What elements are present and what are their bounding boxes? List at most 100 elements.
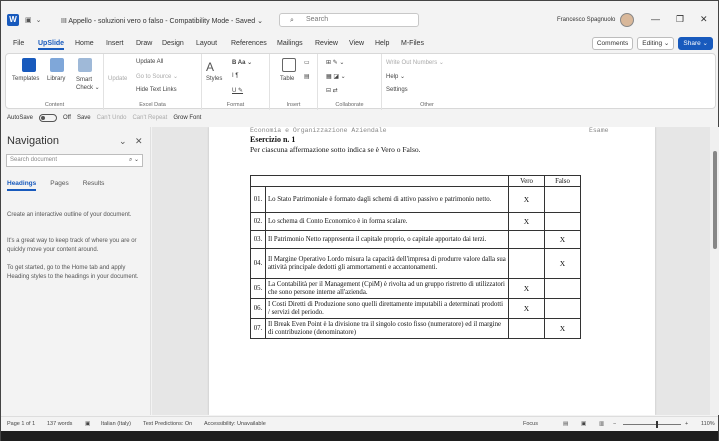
table-row: 01. Lo Stato Patrimoniale è formato dagl…: [250, 186, 581, 213]
row-vero-mark: [508, 318, 545, 339]
focus-button[interactable]: Focus: [523, 421, 538, 427]
accessibility-status[interactable]: Accessibility: Unavailable: [204, 421, 266, 427]
row-falso-mark: [544, 298, 581, 319]
collab-icon-1[interactable]: ⊞ ✎ ⌄: [326, 59, 344, 66]
tab-file[interactable]: File: [13, 40, 24, 47]
tab-design[interactable]: Design: [162, 40, 184, 47]
close-button[interactable]: ✕: [700, 14, 708, 25]
document-page[interactable]: Economia e Organizzazione Aziendale Esam…: [209, 127, 655, 415]
nav-search-placeholder: Search document: [10, 157, 58, 163]
nav-help-text-2: It's a great way to keep track of where …: [7, 238, 137, 253]
tab-m-files[interactable]: M-Files: [401, 40, 424, 47]
settings-button[interactable]: Settings: [386, 87, 408, 93]
minimize-button[interactable]: —: [651, 14, 660, 24]
word-count[interactable]: 137 words: [47, 421, 72, 427]
zoom-out-button[interactable]: −: [613, 421, 616, 427]
tab-references[interactable]: References: [231, 40, 267, 47]
row-falso-mark: [544, 186, 581, 213]
tab-review[interactable]: Review: [315, 40, 338, 47]
avatar[interactable]: [620, 13, 634, 27]
nav-close-icon[interactable]: ✕: [135, 136, 143, 147]
tab-draw[interactable]: Draw: [136, 40, 152, 47]
word-window: W ▣ ⌄ III Appello - soluzioni vero o fal…: [0, 0, 719, 441]
table-row: 05. La Contabilità per il Management (Cp…: [250, 278, 581, 299]
editing-button[interactable]: Editing ⌄: [637, 37, 675, 50]
format-group-label: Format: [226, 102, 245, 108]
document-title[interactable]: III Appello - soluzioni vero o falso - C…: [61, 17, 263, 25]
bold-button[interactable]: B Aa ⌄: [232, 59, 252, 66]
templates-icon: [22, 58, 36, 72]
nav-options-icon[interactable]: ⌄: [119, 136, 127, 147]
tab-upslide[interactable]: UpSlide: [38, 40, 65, 50]
hide-text-links-button[interactable]: Hide Text Links: [136, 87, 177, 93]
save-button[interactable]: Save: [77, 115, 91, 121]
search-input[interactable]: ⌕ Search: [279, 13, 419, 27]
write-out-numbers-button[interactable]: Write Out Numbers ⌄: [386, 59, 444, 66]
tab-home[interactable]: Home: [75, 40, 94, 47]
zoom-in-button[interactable]: +: [685, 421, 688, 427]
collaborate-group-label: Collaborate: [335, 102, 364, 108]
autosave-label: AutoSave: [7, 115, 34, 121]
smart-check-button[interactable]: Smart Check ⌄: [76, 76, 102, 92]
text-predictions-status[interactable]: Text Predictions: On: [143, 421, 192, 427]
table-row: 07. Il Break Even Point è la divisione t…: [250, 318, 581, 339]
read-mode-icon[interactable]: ▤: [563, 421, 568, 427]
undo-button[interactable]: Can't Undo: [97, 115, 127, 121]
help-button[interactable]: Help ⌄: [386, 73, 405, 80]
tab-layout[interactable]: Layout: [196, 40, 217, 47]
other-group-label: Other: [420, 102, 434, 108]
library-button[interactable]: Library: [47, 76, 65, 82]
tab-insert[interactable]: Insert: [106, 40, 124, 47]
document-header-right: Esame: [589, 127, 609, 134]
nav-tab-headings[interactable]: Headings: [7, 180, 37, 191]
table-row: 06. I Costi Diretti di Produzione sono q…: [250, 298, 581, 319]
tab-help[interactable]: Help: [375, 40, 389, 47]
shape-icon[interactable]: ▭: [304, 59, 310, 66]
page-count[interactable]: Page 1 of 1: [7, 421, 35, 427]
grow-font-button[interactable]: Grow Font: [173, 115, 201, 121]
zoom-slider[interactable]: [623, 424, 681, 425]
nav-search-icon[interactable]: ⌕ ⌄: [129, 155, 139, 166]
nav-search-input[interactable]: Search document ⌕ ⌄: [6, 154, 143, 167]
underline-button[interactable]: U ✎: [232, 87, 243, 94]
tab-mailings[interactable]: Mailings: [277, 40, 303, 47]
tab-view[interactable]: View: [349, 40, 364, 47]
repeat-button[interactable]: Can't Repeat: [132, 115, 167, 121]
nav-tab-results[interactable]: Results: [83, 180, 105, 191]
restore-button[interactable]: ❐: [676, 14, 684, 25]
zoom-level[interactable]: 110%: [701, 421, 715, 427]
table-button[interactable]: Table: [280, 76, 294, 82]
collab-icon-2[interactable]: ▦ ◪ ⌄: [326, 73, 346, 80]
update-button[interactable]: Update: [108, 76, 127, 82]
zoom-slider-knob[interactable]: [656, 421, 658, 428]
web-layout-icon[interactable]: ▥: [599, 421, 604, 427]
chart-icon[interactable]: ▤: [304, 73, 310, 80]
column-vero: Vero: [508, 175, 545, 187]
go-to-source-button[interactable]: Go to Source ⌄: [136, 73, 178, 80]
styles-button[interactable]: Styles: [206, 76, 222, 82]
print-layout-icon[interactable]: ▣: [581, 421, 586, 427]
save-icon[interactable]: ▣: [25, 16, 32, 24]
scrollbar-thumb[interactable]: [713, 151, 717, 249]
table-icon: [282, 58, 296, 72]
collab-icon-3[interactable]: ⊟ ⇄: [326, 87, 338, 94]
italic-button[interactable]: I ¶: [232, 73, 239, 79]
word-logo-icon: W: [7, 14, 19, 26]
collaborate-group: ⊞ ✎ ⌄ ▦ ◪ ⌄ ⊟ ⇄ Collaborate: [318, 54, 382, 110]
exercise-instructions: Per ciascuna affermazione sotto indica s…: [250, 145, 421, 154]
vertical-scrollbar[interactable]: [710, 127, 719, 415]
document-canvas[interactable]: Economia e Organizzazione Aziendale Esam…: [152, 127, 710, 415]
comments-button[interactable]: Comments: [591, 37, 634, 50]
library-icon: [50, 58, 64, 72]
update-all-button[interactable]: Update All: [136, 59, 163, 65]
language-status[interactable]: Italian (Italy): [101, 421, 131, 427]
row-vero-mark: X: [508, 212, 545, 231]
share-button[interactable]: Share ⌄: [678, 37, 713, 50]
user-name[interactable]: Francesco Spagnuolo: [557, 17, 615, 23]
autosave-toggle[interactable]: [39, 114, 58, 122]
proofing-icon[interactable]: ▣: [85, 421, 90, 427]
row-vero-mark: X: [508, 278, 545, 299]
templates-button[interactable]: Templates: [12, 76, 39, 82]
nav-tab-pages[interactable]: Pages: [50, 180, 68, 191]
more-icon[interactable]: ⌄: [36, 16, 42, 24]
